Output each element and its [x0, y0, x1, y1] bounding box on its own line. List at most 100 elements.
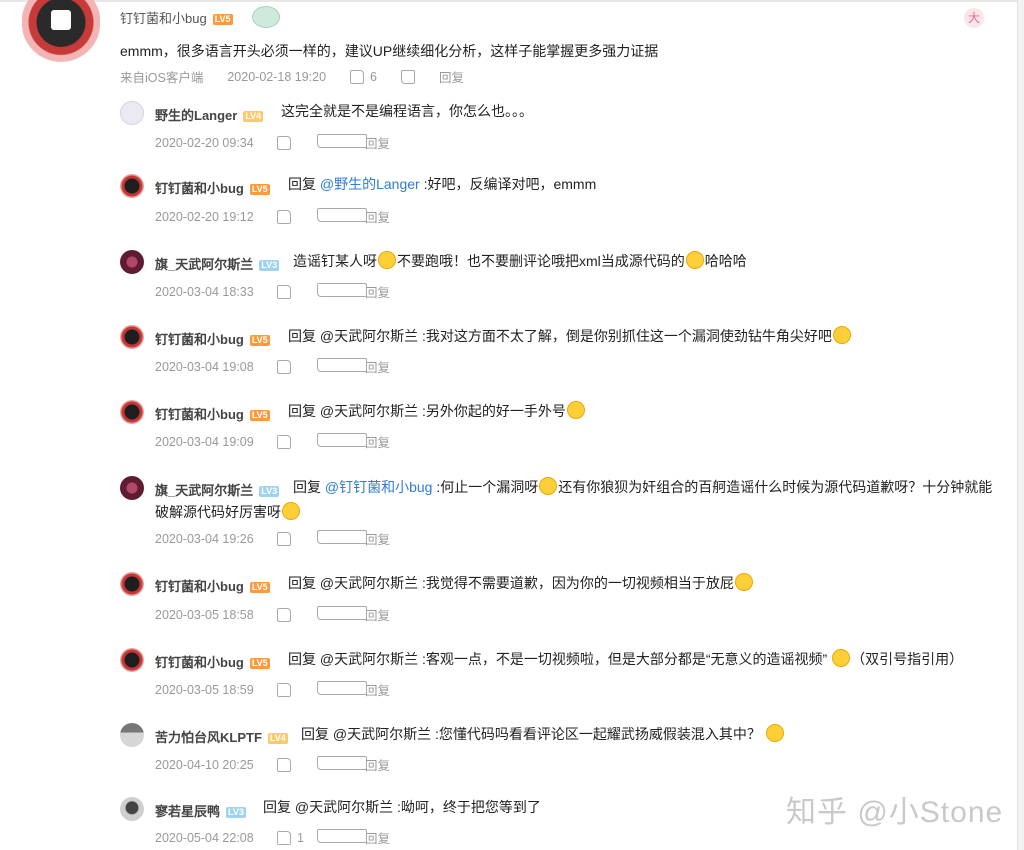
main-comment-meta: 来自iOS客户端 2020-02-18 19:20 6 回复	[120, 67, 464, 86]
reply-date: 2020-03-04 19:09	[155, 434, 254, 449]
like-button[interactable]	[277, 209, 317, 224]
reply-date: 2020-05-04 22:08	[155, 830, 254, 845]
avatar[interactable]	[120, 648, 144, 672]
reply-meta: 2020-03-04 19:09 回复	[155, 432, 390, 451]
thumb-up-icon	[277, 284, 291, 299]
mention-link[interactable]: @野生的Langer	[320, 176, 420, 192]
thumb-down-icon	[317, 283, 367, 297]
reply-button[interactable]: 回复	[365, 680, 390, 699]
reply-button[interactable]: 回复	[365, 357, 390, 376]
watermark: 知乎 @小Stone	[786, 796, 1004, 829]
reply-meta: 2020-03-05 18:58 回复	[155, 605, 390, 624]
reply-username[interactable]: 旗_天武阿尔斯兰 LV3	[155, 480, 280, 499]
reply-button[interactable]: 回复	[365, 133, 390, 152]
reply-username[interactable]: 钉钉菌和小bug LV5	[155, 576, 270, 595]
reply-button[interactable]: 回复	[439, 67, 464, 86]
reply-button[interactable]: 回复	[365, 605, 390, 624]
thumb-up-icon	[277, 682, 291, 697]
main-comment-username[interactable]: 钉钉菌和小bug LV5	[120, 8, 233, 27]
avatar[interactable]	[120, 250, 144, 274]
avatar[interactable]	[120, 174, 144, 198]
level-badge: LV5	[249, 658, 270, 670]
reply-text: 这完全就是不是编程语言，你怎么也。。。	[281, 103, 533, 119]
like-button[interactable]: 1	[277, 830, 317, 845]
avatar[interactable]	[120, 101, 144, 125]
comment-date: 2020-02-18 19:20	[227, 69, 327, 84]
smirk-emoji-icon	[832, 326, 851, 344]
scrollbar-track[interactable]	[1017, 0, 1024, 850]
level-badge: LV3	[226, 807, 246, 819]
dislike-button[interactable]	[317, 208, 367, 225]
avatar[interactable]	[22, 0, 100, 64]
dislike-button[interactable]	[317, 681, 367, 698]
thumb-up-icon	[277, 209, 291, 224]
laugh-emoji-icon	[685, 251, 704, 269]
thumb-down-icon	[317, 433, 367, 447]
dislike-button[interactable]	[317, 606, 367, 623]
avatar[interactable]	[120, 723, 144, 747]
thumb-down-icon	[317, 756, 367, 770]
dislike-button[interactable]	[317, 433, 367, 450]
reply-text: 回复 @天武阿尔斯兰 :您懂代码吗看看评论区一起耀武扬威假装混入其中？	[301, 724, 785, 743]
tongue-emoji-icon	[734, 573, 753, 591]
reply-button[interactable]: 回复	[365, 207, 390, 226]
like-button[interactable]	[277, 359, 317, 374]
tongue-emoji-icon	[832, 649, 851, 667]
reply-username[interactable]: 苦力怕台风KLPTF LV4	[155, 727, 288, 746]
reply-username[interactable]: 旗_天武阿尔斯兰 LV3	[155, 254, 280, 273]
like-button[interactable]	[277, 607, 317, 622]
thumb-up-icon	[350, 69, 365, 84]
reply-button[interactable]: 回复	[365, 755, 390, 774]
like-button[interactable]	[277, 757, 317, 772]
reply-button[interactable]: 回复	[365, 282, 390, 301]
laugh-emoji-icon	[282, 502, 300, 520]
dislike-button[interactable]	[317, 756, 367, 773]
reply-meta: 2020-05-04 22:08 1 回复	[155, 828, 390, 847]
thumb-up-icon	[277, 531, 291, 546]
reply-username[interactable]: 钉钉菌和小bug LV5	[155, 329, 270, 348]
like-button[interactable]	[277, 531, 317, 546]
thumb-down-icon	[317, 530, 367, 544]
reply-meta: 2020-02-20 09:34 回复	[155, 133, 390, 152]
reply-username[interactable]: 钉钉菌和小bug LV5	[155, 404, 270, 423]
thumb-down-icon[interactable]	[401, 69, 415, 84]
avatar[interactable]	[120, 476, 144, 500]
reply-meta: 2020-03-05 18:59 回复	[155, 680, 390, 699]
reply-date: 2020-03-04 19:26	[155, 531, 254, 546]
dislike-button[interactable]	[317, 358, 367, 375]
thumb-down-icon	[317, 134, 367, 148]
reply-text: 回复 @天武阿尔斯兰 :我觉得不需要道歉，因为你的一切视频相当于放屁	[288, 573, 754, 592]
reply-date: 2020-03-04 19:08	[155, 359, 254, 374]
mention-link[interactable]: @钉钉菌和小bug	[325, 479, 433, 495]
thumb-down-icon	[317, 681, 367, 695]
reply-meta: 2020-04-10 20:25 回复	[155, 755, 390, 774]
avatar[interactable]	[120, 797, 144, 821]
thumb-up-icon	[277, 830, 291, 845]
reply-button[interactable]: 回复	[365, 828, 390, 847]
like-button[interactable]	[277, 434, 317, 449]
reply-text: 回复 @钉钉菌和小bug :何止一个漏洞呀 还有你狼狈为奸组合的百舸造谣什么时候为…	[293, 477, 993, 495]
reply-username[interactable]: 钉钉菌和小bug LV5	[155, 178, 270, 197]
top-border	[0, 0, 1024, 2]
dislike-button[interactable]	[317, 829, 367, 846]
like-button[interactable]	[277, 682, 317, 697]
reply-button[interactable]: 回复	[365, 432, 390, 451]
avatar[interactable]	[120, 325, 144, 349]
like-button[interactable]: 6	[350, 69, 377, 84]
like-button[interactable]	[277, 284, 317, 299]
thumb-down-icon	[317, 208, 367, 222]
dislike-button[interactable]	[317, 283, 367, 300]
level-badge: LV5	[249, 582, 270, 594]
reply-date: 2020-03-05 18:59	[155, 682, 254, 697]
avatar[interactable]	[120, 572, 144, 596]
dislike-button[interactable]	[317, 530, 367, 547]
like-button[interactable]	[277, 135, 317, 150]
avatar[interactable]	[120, 400, 144, 424]
thumb-down-icon	[317, 358, 367, 372]
reply-button[interactable]: 回复	[365, 529, 390, 548]
dislike-button[interactable]	[317, 134, 367, 151]
level-badge: LV5	[249, 184, 270, 196]
reply-username[interactable]: 钉钉菌和小bug LV5	[155, 652, 270, 671]
reply-username[interactable]: 野生的Langer LV4	[155, 105, 264, 124]
reply-username[interactable]: 寥若星辰鸭 LV3	[155, 801, 246, 820]
